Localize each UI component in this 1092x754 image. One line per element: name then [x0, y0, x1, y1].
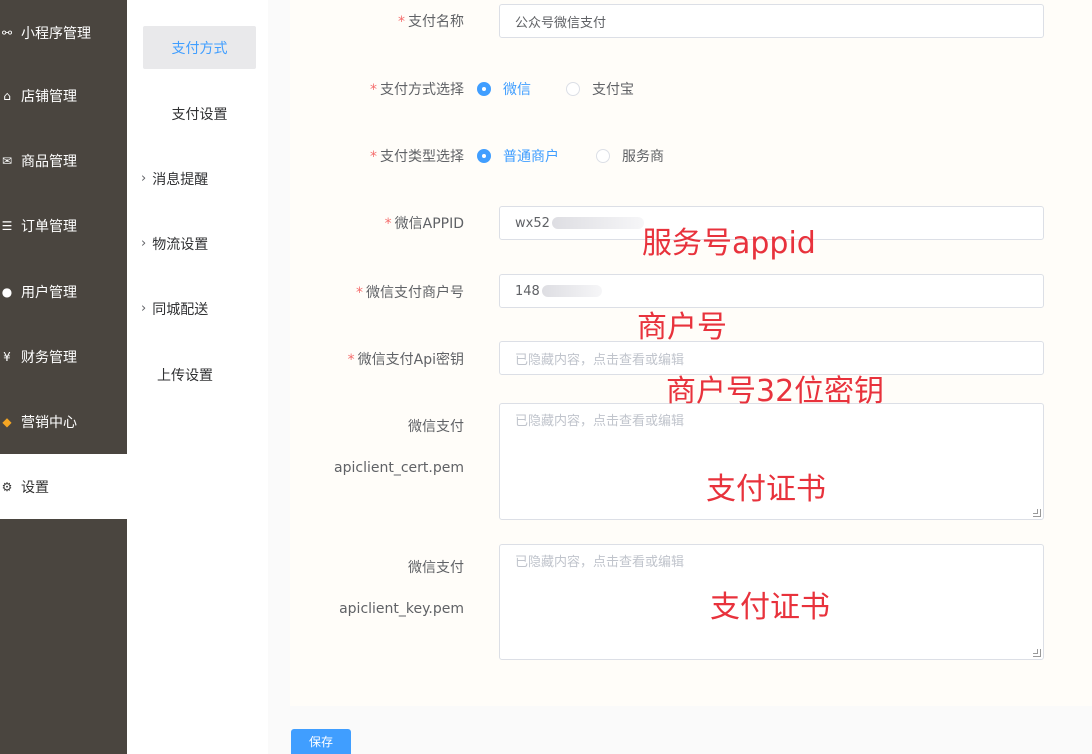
sidebar-item-label: 营销中心	[21, 414, 77, 431]
sidebar-item-goods[interactable]: ✉ 商品管理	[0, 128, 127, 193]
sidebar-item-store[interactable]: ⌂ 店铺管理	[0, 63, 127, 128]
blurred-text	[541, 285, 602, 297]
pay-type-label: * 支付类型选择	[370, 149, 464, 165]
chevron-right-icon: ›	[141, 171, 147, 186]
resize-handle-icon[interactable]	[1033, 509, 1041, 517]
required-mark: *	[370, 82, 377, 98]
store-icon: ⌂	[3, 88, 11, 103]
sidebar-item-label: 商品管理	[21, 153, 77, 170]
submenu-item-logistics[interactable]: › 物流设置	[141, 222, 256, 265]
radio-label: 普通商户	[503, 149, 559, 165]
pay-name-input[interactable]: 公众号微信支付	[499, 4, 1044, 38]
radio-label: 服务商	[622, 149, 664, 165]
sidebar-item-users[interactable]: ● 用户管理	[0, 259, 127, 324]
submenu-item-payment-settings[interactable]: 支付设置	[143, 92, 256, 135]
annotation-appid: 服务号appid	[642, 226, 816, 261]
radio-dot	[596, 149, 610, 163]
appid-value: wx52	[515, 215, 550, 231]
sidebar-item-label: 店铺管理	[21, 88, 77, 105]
submenu-item-payment-methods[interactable]: 支付方式	[143, 26, 256, 69]
sidebar-item-label: 设置	[21, 479, 49, 496]
finance-icon: ¥	[3, 349, 11, 364]
radio-alipay[interactable]: 支付宝	[566, 79, 634, 99]
sidebar-item-mini-program[interactable]: ⚯ 小程序管理	[0, 0, 127, 65]
resize-handle-icon[interactable]	[1033, 649, 1041, 657]
api-key-label: * 微信支付Api密钥	[347, 352, 464, 368]
mch-id-value: 148	[515, 283, 540, 299]
radio-wechat[interactable]: 微信	[477, 79, 531, 99]
submenu-item-upload-settings[interactable]: 上传设置	[157, 353, 257, 396]
key-placeholder: 已隐藏内容，点击查看或编辑	[515, 555, 685, 570]
appid-label: * 微信APPID	[384, 216, 464, 232]
required-mark: *	[347, 352, 355, 368]
settings-submenu: 支付方式 支付设置 › 消息提醒 › 物流设置 › 同城配送 上传设置	[127, 0, 268, 754]
goods-icon: ✉	[1, 153, 13, 168]
required-mark: *	[384, 216, 392, 232]
order-icon: ☰	[1, 218, 13, 233]
pay-name-label: * 支付名称	[398, 14, 464, 30]
sidebar-item-orders[interactable]: ☰ 订单管理	[0, 193, 127, 258]
sidebar-item-settings[interactable]: ⚙ 设置	[0, 454, 127, 519]
settings-icon: ⚙	[1, 479, 13, 494]
sidebar-item-label: 用户管理	[21, 284, 77, 301]
annotation-mch-id: 商户号	[637, 310, 727, 345]
chevron-right-icon: ›	[141, 301, 147, 316]
key-label-line2: apiclient_key.pem	[339, 601, 464, 617]
marketing-icon: ◆	[2, 414, 12, 429]
main-sidebar: ⚯ 小程序管理 ⌂ 店铺管理 ✉ 商品管理 ☰ 订单管理 ● 用户管理 ¥ 财务…	[0, 0, 127, 754]
save-button[interactable]: 保存	[291, 729, 351, 754]
submenu-item-label: 同城配送	[152, 301, 209, 318]
key-label-line1: 微信支付	[408, 560, 464, 576]
submenu-item-label: 支付设置	[171, 106, 228, 123]
radio-service-provider[interactable]: 服务商	[596, 146, 664, 166]
payment-form-panel: * 支付名称 公众号微信支付 * 支付方式选择 微信 支付宝 * 支付类型选择 普通商…	[290, 0, 1092, 706]
sidebar-item-label: 小程序管理	[21, 25, 91, 42]
blurred-text	[551, 217, 644, 229]
cert-label-line2: apiclient_cert.pem	[334, 460, 464, 476]
sidebar-item-label: 订单管理	[21, 218, 77, 235]
annotation-cert: 支付证书	[706, 472, 826, 507]
api-key-placeholder: 已隐藏内容，点击查看或编辑	[515, 352, 685, 368]
required-mark: *	[356, 285, 363, 301]
chevron-right-icon: ›	[141, 236, 147, 251]
user-icon: ●	[1, 284, 13, 299]
cert-label-line1: 微信支付	[408, 419, 464, 435]
cert-placeholder: 已隐藏内容，点击查看或编辑	[515, 414, 685, 429]
radio-label: 支付宝	[592, 82, 634, 98]
required-mark: *	[398, 14, 405, 30]
sidebar-item-marketing[interactable]: ◆ 营销中心	[0, 389, 127, 454]
submenu-item-notifications[interactable]: › 消息提醒	[141, 157, 256, 200]
required-mark: *	[370, 149, 377, 165]
submenu-item-label: 消息提醒	[152, 171, 209, 188]
mch-id-input[interactable]: 148	[499, 274, 1044, 308]
pay-name-value: 公众号微信支付	[515, 15, 607, 31]
pay-method-label: * 支付方式选择	[370, 82, 464, 98]
sidebar-item-label: 财务管理	[21, 349, 77, 366]
submenu-item-label: 物流设置	[152, 236, 209, 253]
radio-normal-merchant[interactable]: 普通商户	[477, 146, 559, 166]
annotation-key-file: 支付证书	[710, 590, 830, 625]
radio-dot	[566, 82, 580, 96]
mch-id-label: * 微信支付商户号	[356, 285, 464, 301]
radio-dot	[477, 82, 491, 96]
submenu-item-local-delivery[interactable]: › 同城配送	[141, 287, 256, 330]
submenu-item-label: 支付方式	[171, 40, 228, 57]
radio-label: 微信	[503, 82, 531, 98]
radio-dot	[477, 149, 491, 163]
annotation-api-key: 商户号32位密钥	[666, 374, 885, 409]
sidebar-item-finance[interactable]: ¥ 财务管理	[0, 324, 127, 389]
mini-program-icon: ⚯	[1, 25, 13, 40]
submenu-item-label: 上传设置	[157, 367, 213, 384]
main-content: * 支付名称 公众号微信支付 * 支付方式选择 微信 支付宝 * 支付类型选择 普通商…	[268, 0, 1092, 754]
